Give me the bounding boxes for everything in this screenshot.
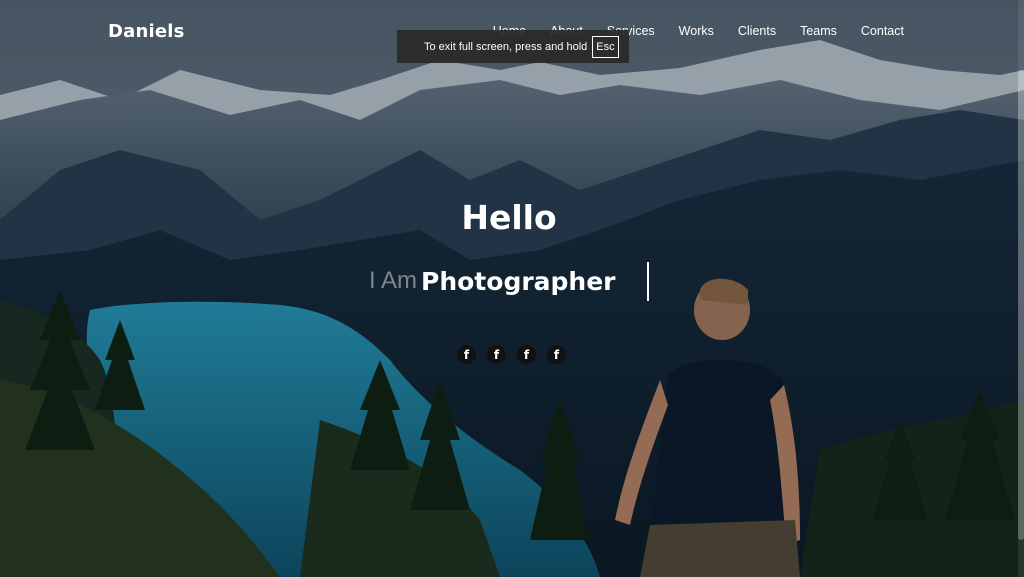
nav-works-link[interactable]: Works [679,24,714,38]
tagline-role: Photographer [421,266,616,296]
fullscreen-notice-text: To exit full screen, press and hold [424,40,588,53]
facebook-icon[interactable]: f [487,345,506,364]
typing-cursor [647,262,649,301]
tagline-prefix: I Am [369,267,418,294]
nav-contact-link[interactable]: Contact [861,24,904,38]
nav-teams-link[interactable]: Teams [800,24,837,38]
facebook-icon[interactable]: f [517,345,536,364]
esc-key-badge: Esc [592,35,619,58]
hero-greeting: Hello [461,198,557,237]
scrollbar-thumb[interactable] [1018,70,1024,540]
facebook-icon[interactable]: f [547,345,566,364]
fullscreen-exit-notice: To exit full screen, press and hold Esc [397,30,629,63]
social-links: f f f f [457,345,577,364]
hero-tagline: I Am Photographer [369,264,616,298]
nav-clients-link[interactable]: Clients [738,24,776,38]
facebook-icon[interactable]: f [457,345,476,364]
page-scrollbar[interactable] [1018,0,1024,577]
brand-logo[interactable]: Daniels [108,21,185,42]
